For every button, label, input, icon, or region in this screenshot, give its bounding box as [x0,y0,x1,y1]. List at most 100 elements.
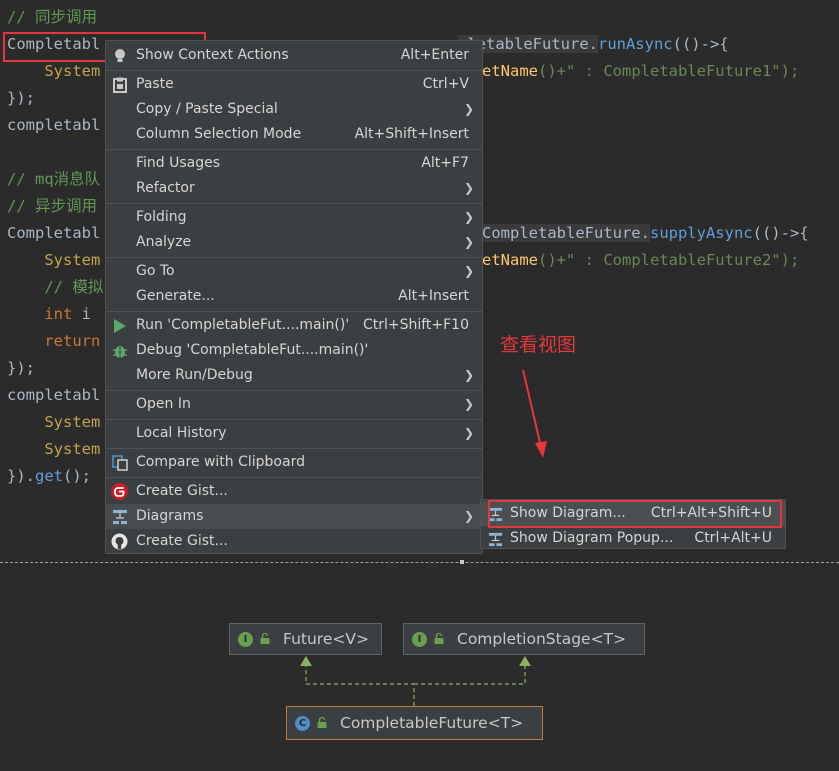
menu-separator [106,477,482,478]
run-icon [111,317,128,334]
lock-open-icon [317,717,327,728]
code-line-14: }); [7,359,35,377]
menu-item-shortcut: Alt+F7 [421,155,469,171]
divider-handle[interactable] [460,560,464,564]
code-line-13: return [44,332,101,350]
diagram-node-future[interactable]: I Future<V> [229,623,382,655]
menu-item-paste[interactable]: Paste Ctrl+V [106,72,482,97]
compare-icon [111,454,128,471]
menu-item-find-usages[interactable]: Find Usages Alt+F7 [106,151,482,176]
menu-item-column-selection-mode[interactable]: Column Selection Mode Alt+Shift+Insert [106,122,482,147]
menu-separator [106,448,482,449]
menu-item-compare-with-clipboard[interactable]: Compare with Clipboard [106,450,482,475]
menu-item-local-history[interactable]: Local History ❯ [106,421,482,446]
code-line-1: // 同步调用 [7,8,97,26]
menu-item-more-run-debug[interactable]: More Run/Debug ❯ [106,363,482,388]
menu-item-label: Create Gist... [136,533,228,549]
menu-item-folding[interactable]: Folding ❯ [106,205,482,230]
gitee-icon [111,483,128,500]
menu-item-label: Show Diagram Popup... [510,530,674,546]
menu-item-go-to[interactable]: Go To ❯ [106,259,482,284]
node-name: Future<V> [283,630,369,648]
menu-item-label: Generate... [136,288,215,304]
code-line-3: System [44,62,101,80]
debug-icon [111,342,128,359]
chevron-right-icon: ❯ [463,426,474,440]
menu-item-refactor[interactable]: Refactor ❯ [106,176,482,201]
chevron-right-icon: ❯ [463,264,474,278]
code-line-17: System [44,440,101,458]
chevron-right-icon: ❯ [463,509,474,523]
menu-item-shortcut: Ctrl+Shift+F10 [362,317,469,333]
code-line-9: Completabl [7,224,101,242]
diagram-connectors [300,656,531,706]
menu-item-generate[interactable]: Generate... Alt+Insert [106,284,482,309]
diagram-node-completable-future[interactable]: C CompletableFuture<T> [286,706,543,740]
menu-item-label: Column Selection Mode [136,126,302,142]
menu-item-create-gist-gitee[interactable]: Create Gist... [106,479,482,504]
chevron-right-icon: ❯ [463,235,474,249]
menu-item-label: More Run/Debug [136,367,253,383]
menu-separator [106,257,482,258]
menu-item-show-diagram-popup[interactable]: Show Diagram Popup... Ctrl+Alt+U [481,526,785,551]
menu-item-copy-paste-special[interactable]: Copy / Paste Special ❯ [106,97,482,122]
menu-item-analyze[interactable]: Analyze ❯ [106,230,482,255]
interface-icon: I [238,632,253,647]
chevron-right-icon: ❯ [463,368,474,382]
lock-open-icon [434,633,444,644]
menu-item-label: Show Context Actions [136,47,289,63]
menu-item-label: Diagrams [136,508,204,524]
menu-item-label: Refactor [136,180,195,196]
code-line-15: completabl [7,386,101,404]
github-icon [111,533,128,550]
code-line-11: // 模拟 [44,278,104,296]
interface-icon: I [412,632,427,647]
menu-item-open-in[interactable]: Open In ❯ [106,392,482,417]
menu-item-diagrams[interactable]: Diagrams ❯ [106,504,482,529]
node-name: CompletableFuture<T> [340,714,524,732]
menu-separator [106,149,482,150]
bulb-icon [111,47,128,64]
menu-item-label: Create Gist... [136,483,228,499]
annotation-label: 查看视图 [500,334,577,356]
code-line-18: }).get(); [7,467,91,485]
menu-item-label: Analyze [136,234,192,250]
menu-item-label: Copy / Paste Special [136,101,278,117]
menu-item-shortcut: Ctrl+V [422,76,469,92]
diagram-node-completion-stage[interactable]: I CompletionStage<T> [403,623,645,655]
code-line-9-right: CompletableFuture.supplyAsync(()->{ [482,224,809,242]
menu-item-run[interactable]: Run 'CompletableFut....main()' Ctrl+Shif… [106,313,482,338]
chevron-right-icon: ❯ [463,210,474,224]
menu-separator [106,311,482,312]
code-line-3-right: etName()+" : CompletableFuture1"); [482,62,800,80]
menu-item-label: Paste [136,76,174,92]
menu-item-create-gist-github[interactable]: Create Gist... [106,529,482,554]
show-diagram-highlight-box [488,500,782,528]
menu-item-show-context-actions[interactable]: Show Context Actions Alt+Enter [106,43,482,68]
class-diagram[interactable]: I Future<V> I CompletionStage<T> C Compl… [0,566,839,771]
code-line-7: // mq消息队 [7,170,101,188]
diagram-icon [111,508,128,525]
diagram-icon [488,531,503,547]
menu-item-shortcut: Alt+Enter [400,47,469,63]
code-line-10: System [44,251,101,269]
menu-separator [106,70,482,71]
node-name: CompletionStage<T> [457,630,627,648]
menu-item-label: Local History [136,425,227,441]
code-line-5: completabl [7,116,101,134]
context-menu: Show Context Actions Alt+Enter Paste Ctr… [105,40,483,554]
menu-item-shortcut: Alt+Insert [398,288,469,304]
annotation-arrow [522,369,547,458]
code-line-16: System [44,413,101,431]
menu-item-label: Open In [136,396,191,412]
panel-divider [0,562,839,563]
menu-item-label: Folding [136,209,187,225]
chevron-right-icon: ❯ [463,397,474,411]
chevron-right-icon: ❯ [463,181,474,195]
menu-item-debug[interactable]: Debug 'CompletableFut....main()' [106,338,482,363]
menu-item-label: Compare with Clipboard [136,454,305,470]
code-line-2-right: pletableFuture.runAsync(()->{ [458,35,729,53]
menu-separator [106,419,482,420]
menu-item-label: Find Usages [136,155,221,171]
menu-item-shortcut: Ctrl+Alt+U [694,530,772,546]
